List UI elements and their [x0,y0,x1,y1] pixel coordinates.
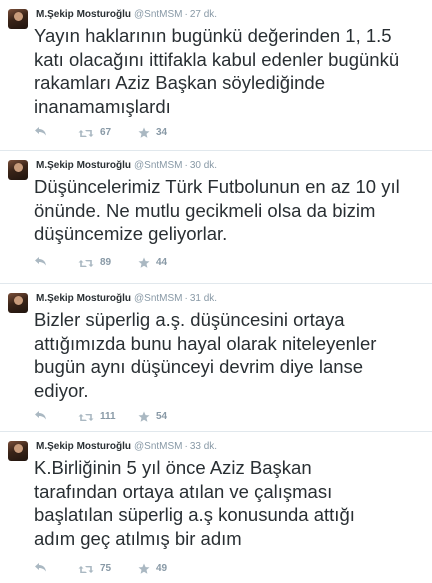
favorite-button[interactable]: 44 [138,256,167,270]
tweet[interactable]: M.Şekip Mosturoğlu @SntMSM · 33 dk. K.Birli… [0,432,432,583]
retweet-button[interactable]: 89 [78,256,111,270]
retweet-count: 111 [100,411,116,422]
tweet-timestamp[interactable]: 27 dk. [190,9,217,20]
author-name[interactable]: M.Şekip Mosturoğlu [36,160,131,171]
author-name[interactable]: M.Şekip Mosturoğlu [36,9,131,20]
favorite-count: 34 [156,127,168,138]
retweet-icon [78,259,94,267]
tweet-text: Düşüncelerimiz Türk Futbolunun en az 10 … [34,176,400,244]
author-handle[interactable]: @SntMSM [134,9,183,20]
retweet-icon [78,129,94,137]
reply-button[interactable] [34,126,47,136]
avatar[interactable] [8,9,28,29]
separator-dot: · [184,293,188,304]
retweet-count: 67 [100,127,112,138]
tweet-timestamp[interactable]: 31 dk. [190,293,217,304]
reply-icon [35,127,46,136]
reply-icon [35,411,46,420]
author-name[interactable]: M.Şekip Mosturoğlu [36,441,131,452]
tweet-header: M.Şekip Mosturoğlu @SntMSM · 30 dk. [36,160,217,172]
favorite-count: 49 [156,563,168,574]
avatar[interactable] [8,160,28,180]
star-icon [138,411,150,422]
reply-icon [35,563,46,572]
reply-button[interactable] [34,256,47,266]
favorite-count: 44 [156,257,168,268]
tweet[interactable]: M.Şekip Mosturoğlu @SntMSM · 31 dk. Bizler … [0,284,432,432]
author-handle[interactable]: @SntMSM [134,160,183,171]
tweet-feed: M.Şekip Mosturoğlu @SntMSM · 27 dk. Yayın h… [0,0,432,583]
favorite-button[interactable]: 34 [138,126,167,140]
retweet-icon [78,413,94,421]
retweet-count: 89 [100,257,112,268]
favorite-count: 54 [156,411,168,422]
reply-icon [35,257,46,266]
tweet-header: M.Şekip Mosturoğlu @SntMSM · 31 dk. [36,293,217,305]
tweet[interactable]: M.Şekip Mosturoğlu @SntMSM · 30 dk. Düşünce… [0,151,432,284]
tweet-text: Yayın haklarının bugünkü değerinden 1, 1… [34,25,400,117]
tweet-timestamp[interactable]: 30 dk. [190,160,217,171]
favorite-button[interactable]: 54 [138,410,167,424]
author-handle[interactable]: @SntMSM [134,293,183,304]
tweet-header: M.Şekip Mosturoğlu @SntMSM · 33 dk. [36,441,217,453]
tweet[interactable]: M.Şekip Mosturoğlu @SntMSM · 27 dk. Yayın h… [0,0,432,151]
separator-dot: · [184,441,188,452]
retweet-button[interactable]: 67 [78,126,111,140]
tweet-text: Bizler süperlig a.ş. düşüncesini ortaya … [34,309,377,401]
reply-button[interactable] [34,410,47,420]
star-icon [138,563,150,574]
avatar[interactable] [8,293,28,313]
retweet-button[interactable]: 75 [78,562,111,576]
author-handle[interactable]: @SntMSM [134,441,183,452]
separator-dot: · [184,160,188,171]
author-name[interactable]: M.Şekip Mosturoğlu [36,293,131,304]
retweet-icon [78,565,94,573]
avatar[interactable] [8,441,28,461]
tweet-timestamp[interactable]: 33 dk. [190,441,217,452]
tweet-text: K.Birliğinin 5 yıl önce Aziz Başkan tara… [34,457,355,549]
retweet-count: 75 [100,563,112,574]
star-icon [138,257,150,268]
separator-dot: · [184,9,188,20]
favorite-button[interactable]: 49 [138,562,167,576]
star-icon [138,127,150,138]
reply-button[interactable] [34,562,47,572]
retweet-button[interactable]: 111 [78,410,116,424]
tweet-header: M.Şekip Mosturoğlu @SntMSM · 27 dk. [36,9,217,21]
